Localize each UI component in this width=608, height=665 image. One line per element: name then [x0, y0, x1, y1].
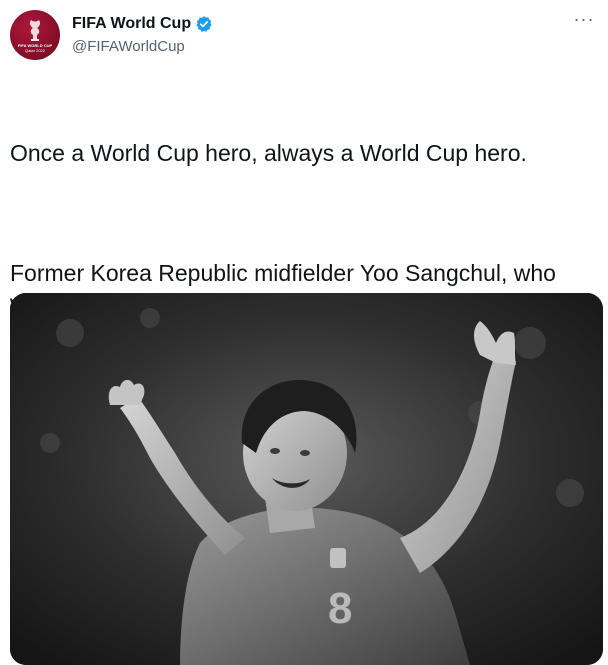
more-options-icon[interactable]: ··· — [572, 10, 596, 30]
tweet-photo[interactable]: 8 — [10, 293, 603, 665]
svg-text:Qatar 2022: Qatar 2022 — [25, 48, 46, 53]
avatar[interactable]: FIFA WORLD CUP Qatar 2022 — [10, 10, 60, 60]
author-names: FIFA World Cup @FIFAWorldCup — [72, 13, 213, 55]
tweet-text-paragraph-1: Once a World Cup hero, always a World Cu… — [10, 140, 527, 166]
handle[interactable]: @FIFAWorldCup — [72, 38, 213, 55]
display-name-row: FIFA World Cup — [72, 13, 213, 35]
verified-badge-icon — [195, 15, 213, 33]
fifa-world-cup-logo-icon: FIFA WORLD CUP Qatar 2022 — [18, 20, 52, 53]
tweet: FIFA WORLD CUP Qatar 2022 FIFA World Cup… — [0, 0, 608, 665]
tweet-header: FIFA WORLD CUP Qatar 2022 FIFA World Cup… — [10, 8, 598, 62]
player-celebrating-photo: 8 — [10, 293, 603, 665]
display-name[interactable]: FIFA World Cup — [72, 15, 191, 33]
svg-text:8: 8 — [328, 584, 352, 633]
